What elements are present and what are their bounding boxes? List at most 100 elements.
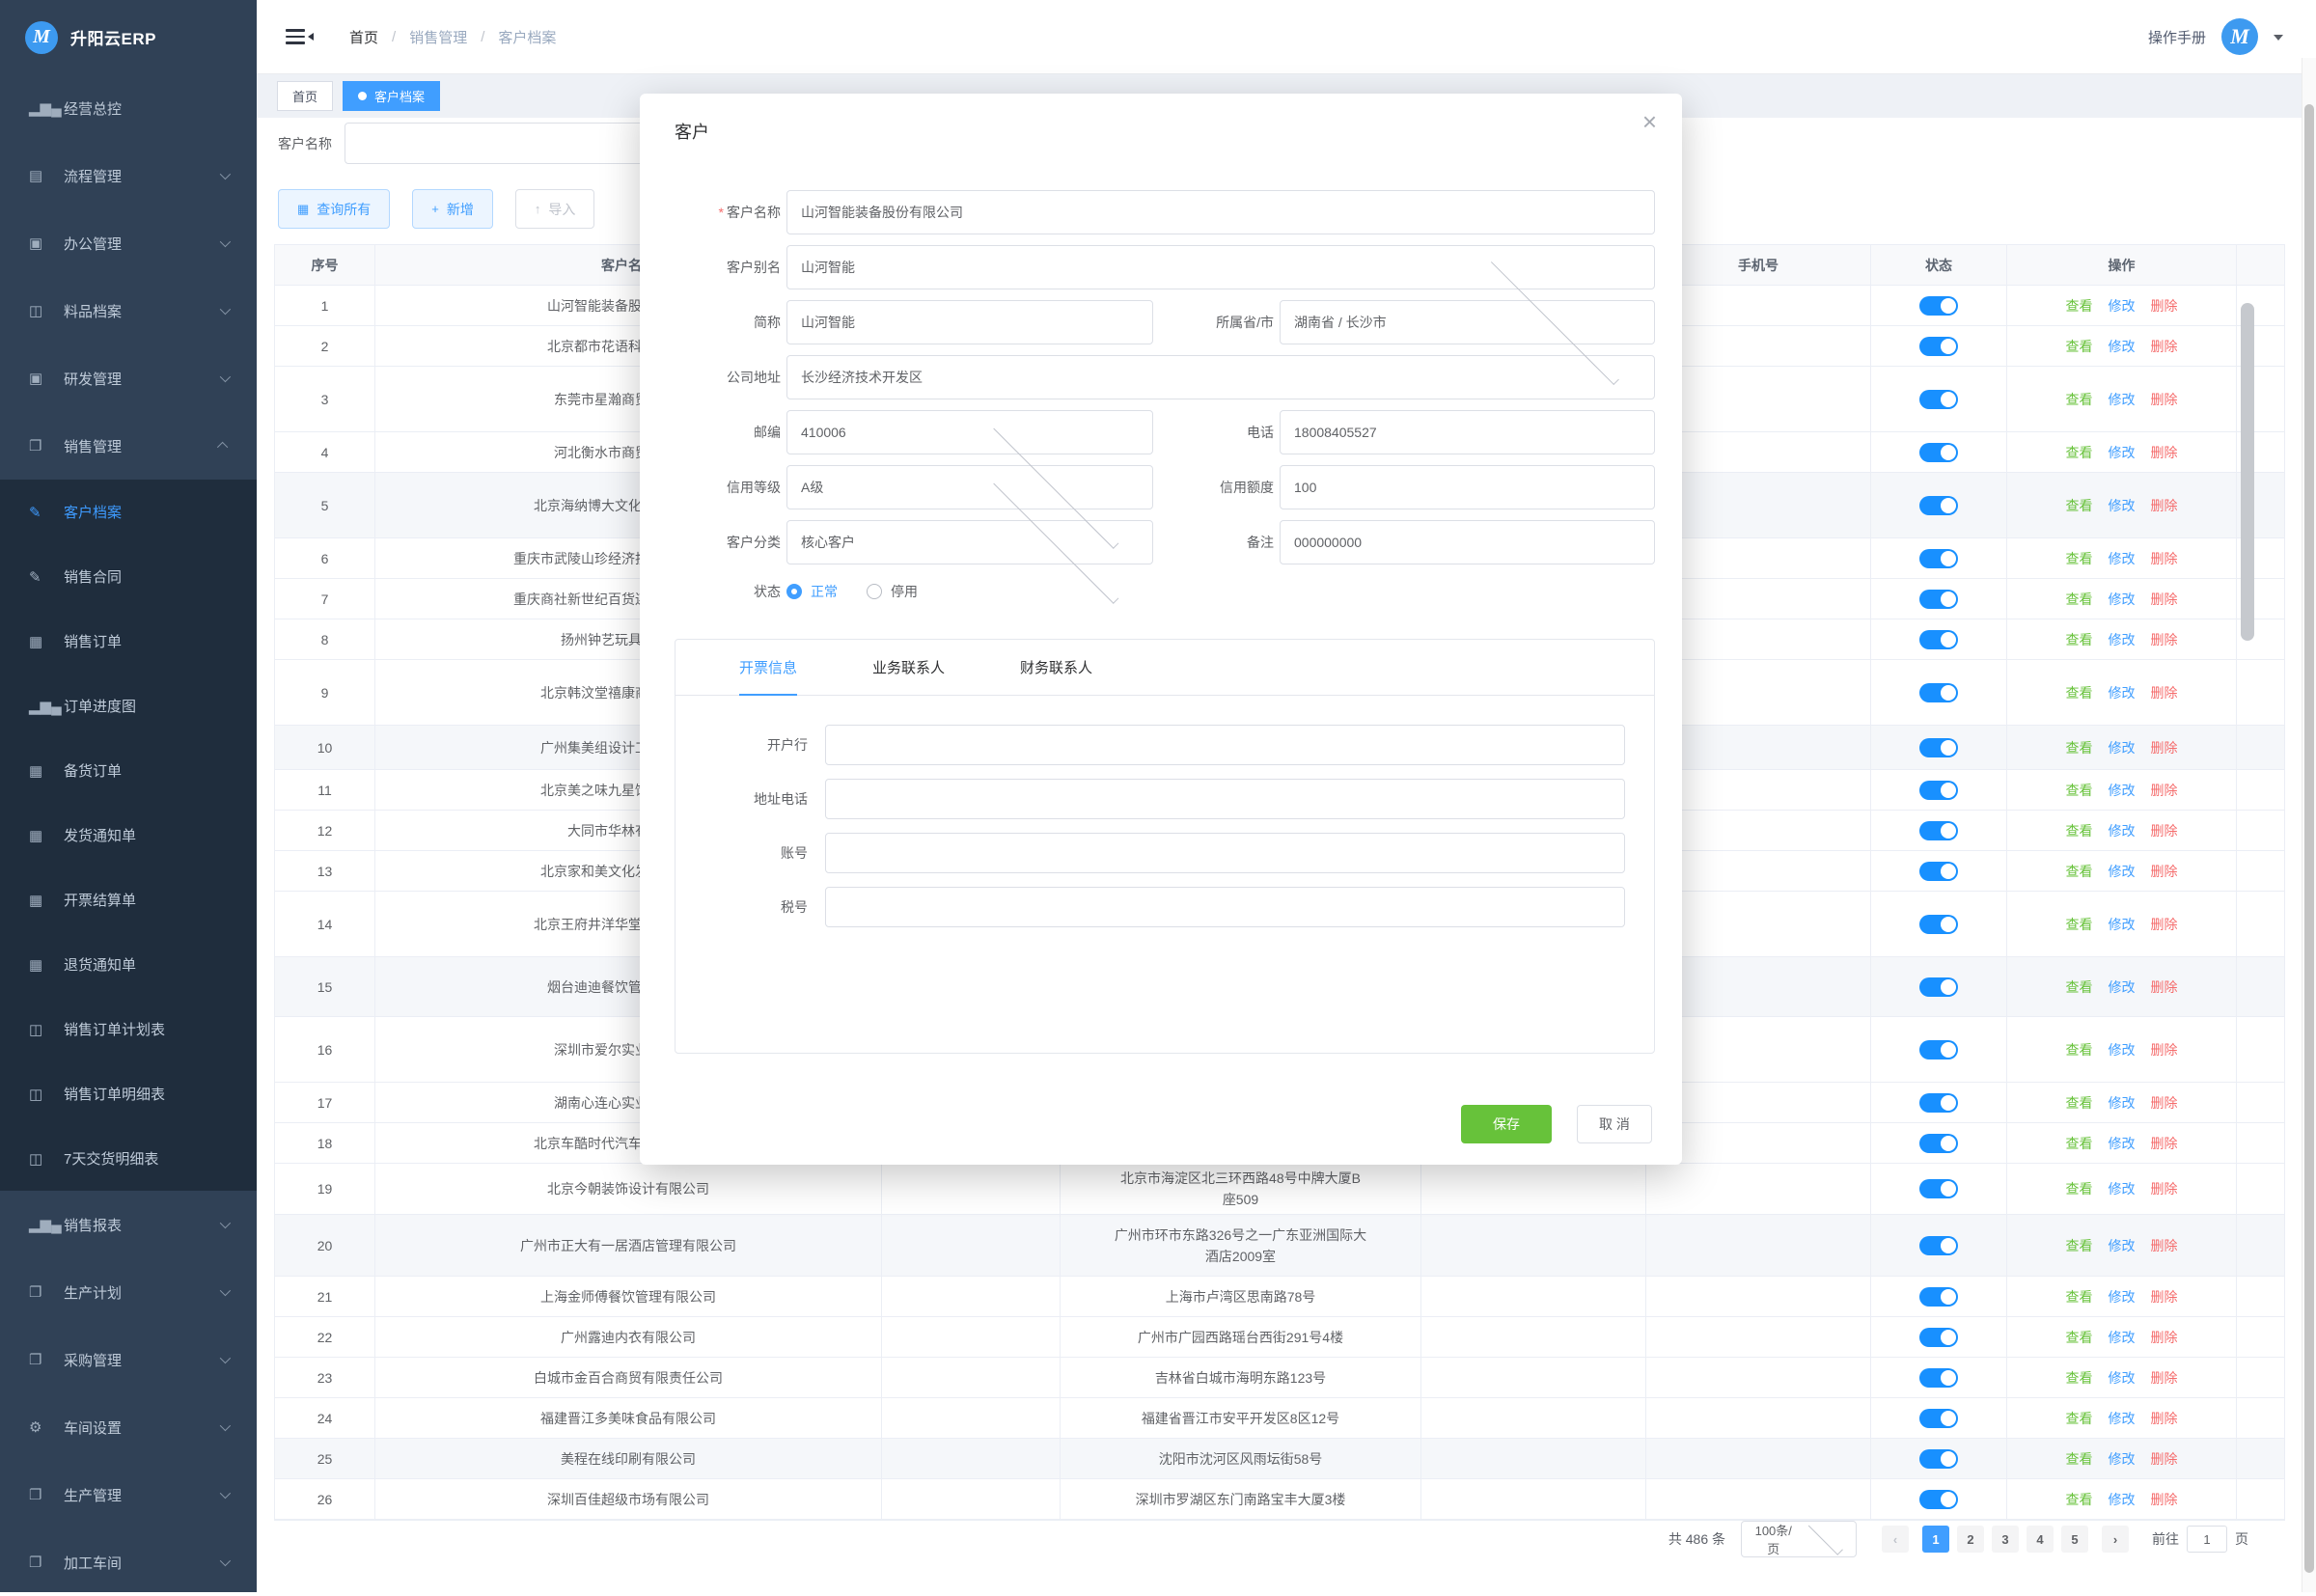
status-toggle[interactable] [1919,1093,1958,1113]
goto-page-input[interactable] [2187,1526,2227,1553]
delete-link[interactable]: 删除 [2151,1489,2178,1510]
sidebar-item-经营总控[interactable]: ▂▆▄经营总控 [0,74,257,142]
tab-customer-archive[interactable]: 客户档案 [343,81,440,111]
status-toggle[interactable] [1919,915,1958,934]
view-link[interactable]: 查看 [2066,336,2093,357]
page-button-3[interactable]: 3 [1992,1526,2019,1553]
save-button[interactable]: 保存 [1461,1105,1552,1143]
table-scrollbar-thumb[interactable] [2241,303,2254,641]
add-button[interactable]: + 新增 [412,189,493,229]
delete-link[interactable]: 删除 [2151,820,2178,841]
edit-link[interactable]: 修改 [2109,914,2136,935]
sidebar-item-采购管理[interactable]: ❐采购管理 [0,1326,257,1393]
status-toggle[interactable] [1919,1236,1958,1255]
sidebar-item-销售订单计划表[interactable]: ◫销售订单计划表 [0,997,257,1061]
view-link[interactable]: 查看 [2066,737,2093,758]
status-toggle[interactable] [1919,590,1958,609]
delete-link[interactable]: 删除 [2151,495,2178,516]
delete-link[interactable]: 删除 [2151,977,2178,998]
sidebar-item-发货通知单[interactable]: ▦发货通知单 [0,803,257,867]
delete-link[interactable]: 删除 [2151,629,2178,650]
view-link[interactable]: 查看 [2066,1092,2093,1114]
user-caret-down-icon[interactable] [2274,35,2283,45]
status-toggle[interactable] [1919,1287,1958,1307]
sidebar-item-销售管理[interactable]: ❐销售管理 [0,412,257,480]
status-toggle[interactable] [1919,1328,1958,1347]
delete-link[interactable]: 删除 [2151,336,2178,357]
view-link[interactable]: 查看 [2066,295,2093,316]
edit-link[interactable]: 修改 [2109,629,2136,650]
breadcrumb-home[interactable]: 首页 [349,27,378,47]
sidebar-item-销售订单[interactable]: ▦销售订单 [0,609,257,674]
status-toggle[interactable] [1919,1368,1958,1388]
page-button-4[interactable]: 4 [2026,1526,2054,1553]
tab-home[interactable]: 首页 [277,81,333,111]
status-toggle[interactable] [1919,862,1958,881]
status-toggle[interactable] [1919,1490,1958,1509]
view-link[interactable]: 查看 [2066,1286,2093,1307]
sidebar-item-开票结算单[interactable]: ▦开票结算单 [0,867,257,932]
status-toggle[interactable] [1919,549,1958,568]
import-button[interactable]: ↑ 导入 [515,189,595,229]
view-link[interactable]: 查看 [2066,977,2093,998]
delete-link[interactable]: 删除 [2151,914,2178,935]
status-toggle[interactable] [1919,821,1958,840]
query-all-button[interactable]: ▦ 查询所有 [278,189,390,229]
view-link[interactable]: 查看 [2066,1235,2093,1256]
status-radio-normal[interactable]: 正常 [786,582,838,601]
customer-alias-field[interactable] [786,245,1655,289]
sidebar-collapse-icon[interactable] [286,25,307,48]
edit-link[interactable]: 修改 [2109,495,2136,516]
page-button-2[interactable]: 2 [1957,1526,1984,1553]
view-link[interactable]: 查看 [2066,495,2093,516]
sidebar-item-办公管理[interactable]: ▣办公管理 [0,209,257,277]
address-tel-field[interactable] [825,779,1625,819]
delete-link[interactable]: 删除 [2151,861,2178,882]
delete-link[interactable]: 删除 [2151,1178,2178,1199]
page-button-5[interactable]: 5 [2061,1526,2088,1553]
edit-link[interactable]: 修改 [2109,548,2136,569]
sidebar-item-退货通知单[interactable]: ▦退货通知单 [0,932,257,997]
edit-link[interactable]: 修改 [2109,1133,2136,1154]
window-scrollbar-thumb[interactable] [2304,104,2314,1573]
delete-link[interactable]: 删除 [2151,589,2178,610]
sidebar-item-车间设置[interactable]: ⚙车间设置 [0,1393,257,1461]
status-toggle[interactable] [1919,1449,1958,1469]
delete-link[interactable]: 删除 [2151,1039,2178,1060]
sidebar-item-加工车间[interactable]: ❐加工车间 [0,1528,257,1596]
delete-link[interactable]: 删除 [2151,1367,2178,1389]
status-toggle[interactable] [1919,1134,1958,1153]
view-link[interactable]: 查看 [2066,820,2093,841]
breadcrumb-sales[interactable]: 销售管理 [409,27,467,47]
edit-link[interactable]: 修改 [2109,977,2136,998]
bank-field[interactable] [825,725,1625,765]
credit-level-select[interactable]: A级 [786,465,1153,509]
view-link[interactable]: 查看 [2066,389,2093,410]
view-link[interactable]: 查看 [2066,589,2093,610]
view-link[interactable]: 查看 [2066,914,2093,935]
tab-invoice-info[interactable]: 开票信息 [739,640,797,695]
manual-link[interactable]: 操作手册 [2148,27,2206,47]
next-page-button[interactable]: › [2102,1526,2129,1553]
status-toggle[interactable] [1919,296,1958,316]
tab-finance-contact[interactable]: 财务联系人 [1020,640,1092,695]
sidebar-item-销售合同[interactable]: ✎销售合同 [0,544,257,609]
view-link[interactable]: 查看 [2066,1133,2093,1154]
tel-field[interactable] [1280,410,1655,454]
zip-field[interactable] [786,410,1153,454]
province-select[interactable]: 湖南省 / 长沙市 [1280,300,1655,344]
edit-link[interactable]: 修改 [2109,1448,2136,1470]
edit-link[interactable]: 修改 [2109,1286,2136,1307]
status-toggle[interactable] [1919,1040,1958,1059]
edit-link[interactable]: 修改 [2109,589,2136,610]
view-link[interactable]: 查看 [2066,780,2093,801]
sidebar-item-生产管理[interactable]: ❐生产管理 [0,1461,257,1528]
sidebar-item-生产计划[interactable]: ❐生产计划 [0,1258,257,1326]
delete-link[interactable]: 删除 [2151,1235,2178,1256]
edit-link[interactable]: 修改 [2109,780,2136,801]
view-link[interactable]: 查看 [2066,1039,2093,1060]
edit-link[interactable]: 修改 [2109,1092,2136,1114]
sidebar-item-销售报表[interactable]: ▂▆▄销售报表 [0,1191,257,1258]
view-link[interactable]: 查看 [2066,1327,2093,1348]
view-link[interactable]: 查看 [2066,1408,2093,1429]
